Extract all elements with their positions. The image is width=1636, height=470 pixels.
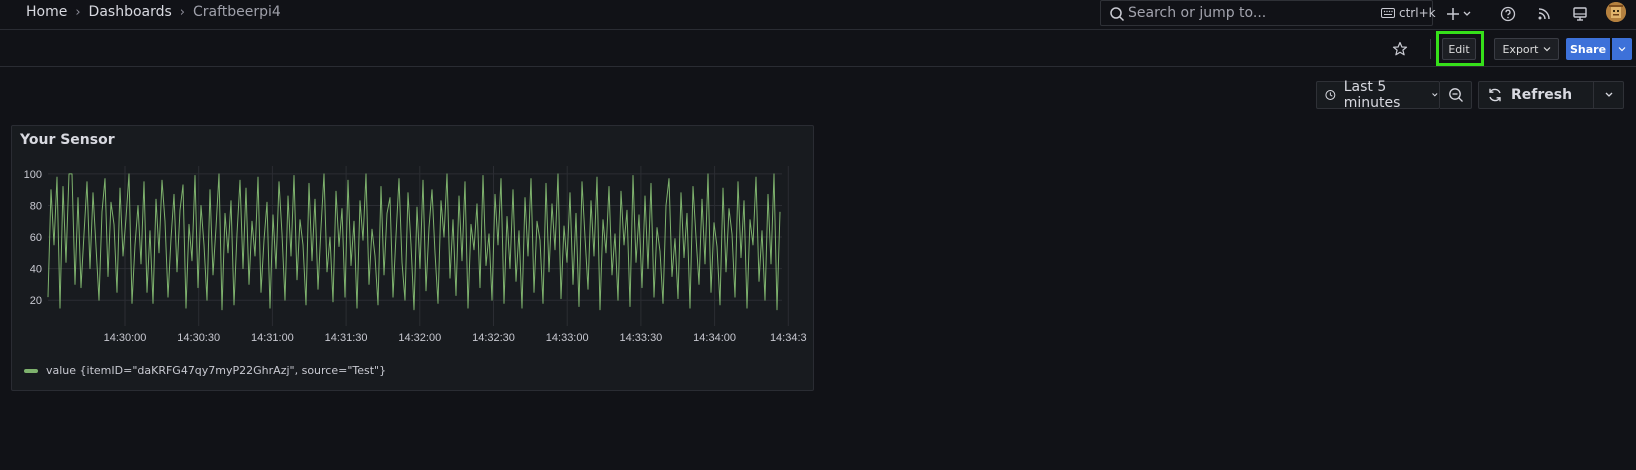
- timeseries-panel[interactable]: Your Sensor 20 40 60 80 100 14:30:00 14:30:30 1…: [11, 125, 814, 391]
- y-tick-label: 20: [30, 295, 42, 307]
- breadcrumb-separator: ›: [179, 4, 185, 20]
- y-tick-label: 100: [24, 169, 42, 181]
- y-tick-label: 40: [30, 264, 42, 276]
- new-menu-button[interactable]: [1446, 4, 1474, 24]
- plus-icon: [1447, 8, 1471, 20]
- toolbar-divider: [1430, 39, 1431, 59]
- x-tick-label: 14:32:00: [398, 332, 441, 344]
- timeseries-chart[interactable]: 20 40 60 80 100 14:30:00 14:30:30 14:31:00 14:31…: [12, 156, 813, 356]
- keyboard-icon: [1381, 8, 1395, 18]
- avatar-icon: [1606, 2, 1626, 22]
- star-button[interactable]: [1390, 39, 1410, 59]
- x-tick-label: 14:31:00: [251, 332, 294, 344]
- user-avatar[interactable]: [1606, 2, 1626, 22]
- x-tick-label: 14:33:30: [619, 332, 662, 344]
- x-tick-label: 14:31:30: [325, 332, 368, 344]
- breadcrumb-current: Craftbeerpi4: [193, 4, 281, 20]
- x-tick-label: 14:33:00: [546, 332, 589, 344]
- breadcrumb-dashboards[interactable]: Dashboards: [89, 4, 172, 20]
- kiosk-mode-button[interactable]: [1570, 4, 1590, 24]
- top-nav: Home › Dashboards › Craftbeerpi4 Search …: [0, 0, 1636, 30]
- series-line: [47, 173, 781, 311]
- rss-icon: [1538, 8, 1550, 20]
- legend-swatch: [24, 368, 38, 373]
- news-button[interactable]: [1534, 4, 1554, 24]
- chevron-down-icon: [1543, 47, 1550, 52]
- time-range-label: Last 5 minutes: [1343, 79, 1401, 111]
- refresh-label: Refresh: [1511, 87, 1573, 103]
- x-tick-label: 14:30:00: [104, 332, 147, 344]
- refresh-button[interactable]: Refresh: [1478, 81, 1594, 109]
- legend-item-label[interactable]: value {itemID="daKRFG47qy7myP22GhrAzj", …: [46, 364, 386, 377]
- monitor-icon: [1573, 7, 1587, 21]
- share-button[interactable]: Share: [1566, 38, 1610, 60]
- chevron-down-icon: [1605, 92, 1612, 97]
- export-label: Export: [1502, 42, 1539, 56]
- star-icon: [1392, 41, 1408, 56]
- zoom-out-icon: [1448, 88, 1463, 102]
- zoom-out-button[interactable]: [1440, 81, 1472, 109]
- refresh-icon: [1489, 88, 1501, 102]
- search-input[interactable]: Search or jump to... ctrl+k: [1100, 0, 1436, 26]
- chevron-down-icon: [1432, 93, 1438, 97]
- refresh-interval-dropdown[interactable]: [1594, 81, 1624, 109]
- x-tick-label: 14:32:30: [472, 332, 515, 344]
- x-tick-label: 14:30:30: [177, 332, 220, 344]
- help-button[interactable]: [1498, 4, 1518, 24]
- search-shortcut: ctrl+k: [1381, 6, 1436, 20]
- export-button[interactable]: Export: [1494, 38, 1559, 60]
- clock-icon: [1325, 90, 1336, 100]
- share-dropdown-button[interactable]: [1612, 38, 1632, 60]
- edit-button-highlight: [1436, 31, 1484, 66]
- dashboard-toolbar: Edit Export Share: [0, 31, 1636, 67]
- breadcrumb: Home › Dashboards › Craftbeerpi4: [26, 4, 281, 20]
- panel-title: Your Sensor: [20, 132, 115, 148]
- chevron-down-icon: [1618, 47, 1626, 52]
- breadcrumb-home[interactable]: Home: [26, 4, 67, 20]
- y-tick-label: 80: [30, 200, 42, 212]
- search-shortcut-text: ctrl+k: [1399, 6, 1436, 20]
- time-range-picker[interactable]: Last 5 minutes: [1316, 79, 1440, 111]
- search-icon: [1110, 7, 1125, 22]
- search-placeholder: Search or jump to...: [1128, 5, 1267, 21]
- chart-legend: value {itemID="daKRFG47qy7myP22GhrAzj", …: [24, 364, 386, 377]
- y-tick-label: 60: [30, 232, 42, 244]
- x-tick-label: 14:34:3: [770, 332, 807, 344]
- help-icon: [1500, 6, 1516, 22]
- x-tick-label: 14:34:00: [693, 332, 736, 344]
- breadcrumb-separator: ›: [75, 4, 81, 20]
